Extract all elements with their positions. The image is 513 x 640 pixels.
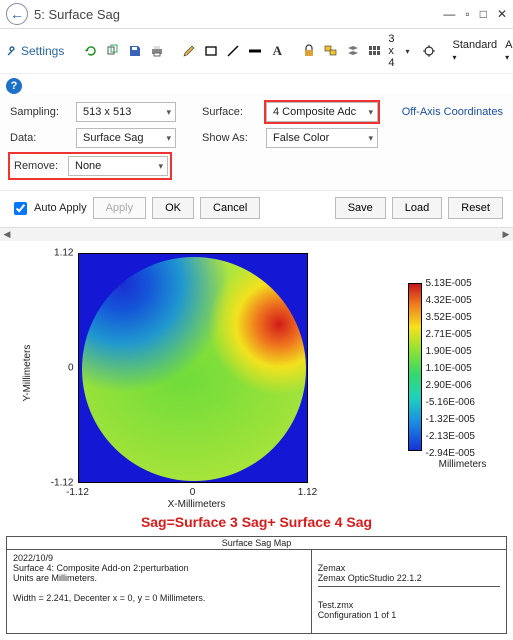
rectangle-icon[interactable] xyxy=(202,41,220,61)
stack-icon[interactable] xyxy=(344,41,362,61)
refresh-icon[interactable] xyxy=(82,41,100,61)
surface-label: Surface: xyxy=(202,106,258,118)
grid-size-label[interactable]: 3 x 4 xyxy=(388,33,394,69)
heatmap-canvas xyxy=(78,253,308,483)
settings-button[interactable]: Settings xyxy=(6,44,64,58)
save-button[interactable]: Save xyxy=(335,197,386,219)
cancel-button[interactable]: Cancel xyxy=(200,197,260,219)
sampling-dropdown[interactable]: 513 x 513▾ xyxy=(76,102,176,122)
ok-button[interactable]: OK xyxy=(152,197,194,219)
windows-icon[interactable] xyxy=(322,41,340,61)
surface-sag-window: ← 5: Surface Sag — ▫ □ ✕ Settings A 3 x … xyxy=(0,0,513,634)
scroll-left-icon[interactable]: ◀ xyxy=(0,229,14,240)
help-icon[interactable]: ? xyxy=(6,78,22,94)
sampling-label: Sampling: xyxy=(10,106,68,118)
scroll-right-icon[interactable]: ▶ xyxy=(499,229,513,240)
info-header: Surface Sag Map xyxy=(7,537,506,550)
close-icon[interactable]: ✕ xyxy=(497,7,507,21)
info-left: 2022/10/9 Surface 4: Composite Add-on 2:… xyxy=(7,550,312,633)
y-ticks: 1.12 0 -1.12 xyxy=(42,247,78,497)
minimize-icon[interactable]: — xyxy=(443,7,455,21)
surface-sag-plot: Y-Millimeters 1.12 0 -1.12 -1.12 0 1.12 … xyxy=(8,247,506,497)
load-button[interactable]: Load xyxy=(392,197,442,219)
window-controls: — ▫ □ ✕ xyxy=(443,7,507,21)
colorbar-unit: Millimeters xyxy=(426,459,500,470)
target-icon[interactable] xyxy=(420,41,438,61)
restore-icon[interactable]: ▫ xyxy=(465,7,469,21)
data-dropdown[interactable]: Surface Sag▾ xyxy=(76,128,176,148)
sag-annotation: Sag=Surface 3 Sag+ Surface 4 Sag xyxy=(6,514,507,530)
copy-icon[interactable] xyxy=(104,41,122,61)
window-title: 5: Surface Sag xyxy=(34,7,120,22)
lock-icon[interactable] xyxy=(300,41,318,61)
reset-button[interactable]: Reset xyxy=(448,197,503,219)
remove-label: Remove: xyxy=(14,160,68,172)
x-axis-label: X-Millimeters xyxy=(0,499,507,510)
data-label: Data: xyxy=(10,132,68,144)
main-toolbar: Settings A 3 x 4 ▾ Standard ▾ Automatic … xyxy=(0,29,513,74)
maximize-icon[interactable]: □ xyxy=(480,7,487,21)
pencil-icon[interactable] xyxy=(180,41,198,61)
offaxis-link[interactable]: Off-Axis Coordinates xyxy=(402,106,503,118)
surface-dropdown[interactable]: 4 Composite Adc▾ xyxy=(266,102,378,122)
title-bar: ← 5: Surface Sag — ▫ □ ✕ xyxy=(0,0,513,29)
settings-label: Settings xyxy=(21,44,64,58)
colorbar xyxy=(408,283,422,451)
line-icon[interactable] xyxy=(224,41,242,61)
plot-area: Y-Millimeters 1.12 0 -1.12 -1.12 0 1.12 … xyxy=(0,241,513,530)
automatic-dropdown[interactable]: Automatic ▾ xyxy=(505,39,513,63)
remove-dropdown[interactable]: None▾ xyxy=(68,156,168,176)
scroll-track[interactable] xyxy=(14,231,499,239)
info-box: Surface Sag Map 2022/10/9 Surface 4: Com… xyxy=(6,536,507,634)
auto-apply-checkbox[interactable]: Auto Apply xyxy=(10,199,87,218)
info-right: Zemax Zemax OpticStudio 22.1.2 Test.zmx … xyxy=(312,550,506,633)
controls-panel: Sampling: 513 x 513▾ Surface: 4 Composit… xyxy=(0,94,513,190)
grid-layout-icon[interactable] xyxy=(366,41,384,61)
print-icon[interactable] xyxy=(148,41,166,61)
save-disk-icon[interactable] xyxy=(126,41,144,61)
sag-circle xyxy=(82,257,306,481)
text-icon[interactable]: A xyxy=(268,41,286,61)
auto-apply-input[interactable] xyxy=(14,202,27,215)
horizontal-scrollbar[interactable]: ◀ ▶ xyxy=(0,227,513,241)
y-axis-label: Y-Millimeters xyxy=(22,345,33,402)
wrench-icon xyxy=(6,45,18,57)
line-weight-icon[interactable] xyxy=(246,41,264,61)
apply-button[interactable]: Apply xyxy=(93,197,147,219)
showas-dropdown[interactable]: False Color▾ xyxy=(266,128,378,148)
button-row: Auto Apply Apply OK Cancel Save Load Res… xyxy=(0,190,513,227)
grid-dropdown-icon[interactable]: ▾ xyxy=(398,41,416,61)
showas-label: Show As: xyxy=(202,132,258,144)
standard-dropdown[interactable]: Standard ▾ xyxy=(452,39,497,63)
back-icon[interactable]: ← xyxy=(6,3,28,25)
remove-row-highlight: Remove: None▾ xyxy=(10,154,170,178)
